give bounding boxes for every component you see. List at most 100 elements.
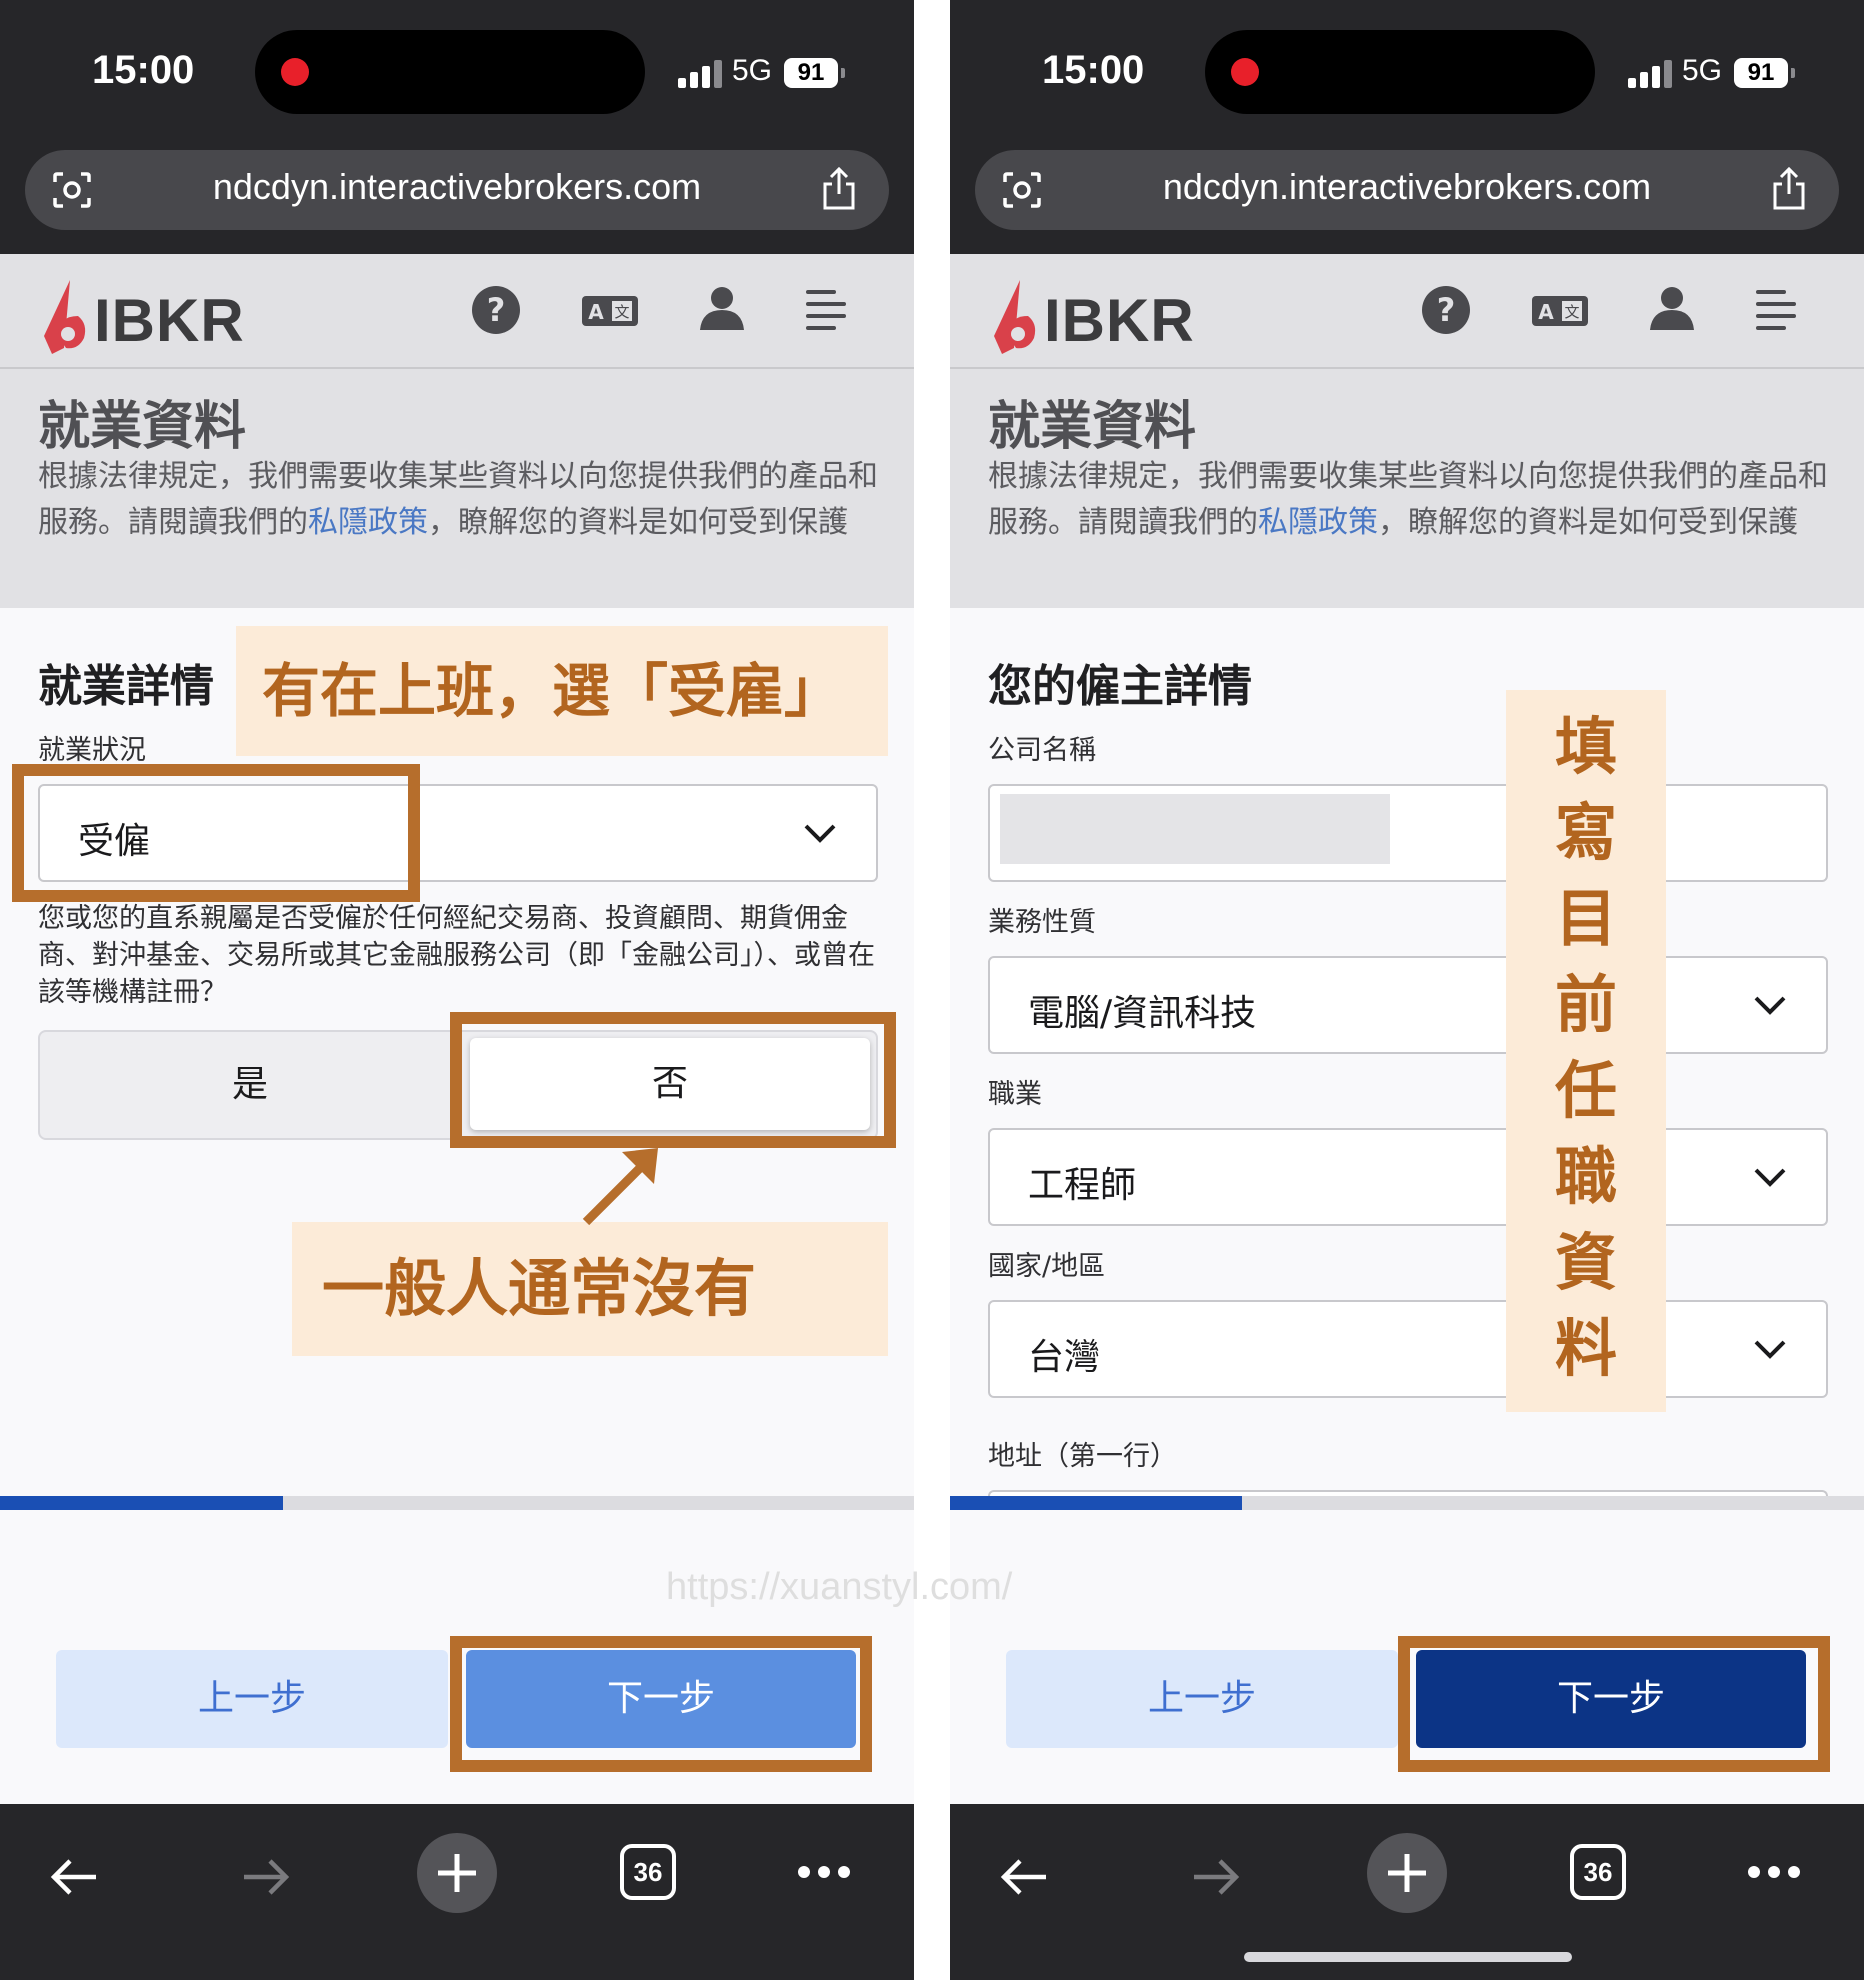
dynamic-island: [255, 30, 645, 114]
page-header: IBKR ? A 文 就業資料 根據法律規定，我們需要收集某些資料以向您提供我們…: [0, 254, 914, 608]
business-nature-value: 電腦/資訊科技: [1028, 993, 1257, 1034]
section-title: 您的僱主詳情: [988, 661, 1252, 712]
annotation-char: 寫: [1554, 796, 1617, 869]
recording-dot-icon: [281, 58, 309, 86]
url-text: ndcdyn.interactivebrokers.com: [1162, 166, 1652, 207]
annotation-char: 目: [1554, 882, 1617, 955]
home-indicator[interactable]: [1244, 1952, 1572, 1962]
privacy-policy-link[interactable]: 私隱政策: [308, 505, 428, 540]
previous-button[interactable]: 上一步: [1006, 1650, 1398, 1748]
progress-bar: [0, 1496, 914, 1510]
status-time: 15:00: [1042, 48, 1145, 92]
panel-separator: [914, 0, 950, 1980]
menu-icon[interactable]: [796, 280, 856, 340]
company-name-input[interactable]: [988, 784, 1828, 882]
business-nature-label: 業務性質: [988, 907, 1096, 938]
page-title: 就業資料: [988, 397, 1197, 457]
company-name-label: 公司名稱: [988, 735, 1096, 766]
country-label: 國家/地區: [988, 1251, 1106, 1282]
more-icon[interactable]: [1746, 1862, 1802, 1882]
highlight-next-button: [450, 1636, 872, 1772]
intro-text: 根據法律規定，我們需要收集某些資料以向您提供我們的產品和服務。請閱讀我們的私隱政…: [38, 454, 878, 546]
ibkr-logo-text: IBKR: [1044, 287, 1195, 354]
svg-text:?: ?: [487, 291, 506, 329]
annotation-char: 任: [1554, 1054, 1617, 1127]
forward-arrow-icon[interactable]: [1188, 1852, 1244, 1902]
dynamic-island: [1205, 30, 1595, 114]
country-value: 台灣: [1028, 1337, 1101, 1378]
browser-toolbar: 36: [0, 1804, 914, 1980]
privacy-policy-link[interactable]: 私隱政策: [1258, 505, 1378, 540]
network-type: 5G: [732, 54, 773, 87]
phone-right: 15:00 5G 91 ndcdyn.interactivebrokers.co…: [950, 0, 1864, 1980]
affiliation-question: 您或您的直系親屬是否受僱於任何經紀交易商、投資顧問、期貨佣金商、對沖基金、交易所…: [38, 903, 875, 1008]
annotation-note-fill-job-info: 填寫目前任職資料: [1506, 690, 1666, 1412]
back-arrow-icon[interactable]: [46, 1852, 102, 1902]
chevron-down-icon: [1754, 1340, 1786, 1359]
browser-chrome: 15:00 5G 91 ndcdyn.interactivebrokers.co…: [950, 0, 1864, 254]
intro-text: 根據法律規定，我們需要收集某些資料以向您提供我們的產品和服務。請閱讀我們的私隱政…: [988, 454, 1828, 546]
progress-fill: [0, 1496, 284, 1510]
page-title: 就業資料: [38, 397, 247, 457]
svg-text:文: 文: [1564, 303, 1579, 321]
page-header: IBKR ? A 文 就業資料 根據法律規定，我們需要收集某些資料以向您提供我們…: [950, 254, 1864, 608]
occupation-label: 職業: [988, 1079, 1042, 1110]
svg-text:?: ?: [1437, 291, 1456, 329]
screenshot-stage: 15:00 5G 91 ndcdyn.interactivebrokers.co…: [0, 0, 1864, 1980]
annotation-note-employed: 有在上班，選「受雇」: [236, 626, 888, 756]
redacted-value: [1000, 794, 1390, 864]
header-divider: [950, 367, 1864, 369]
annotation-char: 料: [1554, 1312, 1617, 1385]
back-arrow-icon[interactable]: [996, 1852, 1052, 1902]
translate-icon[interactable]: A 文: [578, 280, 642, 340]
occupation-value: 工程師: [1028, 1165, 1137, 1206]
url-text: ndcdyn.interactivebrokers.com: [212, 166, 702, 207]
annotation-char: 職: [1554, 1140, 1617, 1213]
network-type: 5G: [1682, 54, 1723, 87]
browser-toolbar: 36: [950, 1804, 1864, 1980]
annotation-note-usually-none: 一般人通常沒有: [292, 1222, 888, 1356]
battery-icon: 91: [784, 58, 845, 88]
forward-arrow-icon[interactable]: [238, 1852, 294, 1902]
svg-text:A: A: [588, 300, 604, 324]
annotation-char: 填: [1554, 710, 1617, 783]
user-icon[interactable]: [1642, 280, 1702, 340]
watermark: https://xuanstyl.com/: [666, 1566, 1013, 1608]
intro-text-end: ，瞭解您的資料是如何受到保護: [1378, 505, 1798, 540]
highlight-next-button: [1398, 1636, 1830, 1772]
user-icon[interactable]: [692, 280, 752, 340]
share-icon[interactable]: [1769, 166, 1809, 212]
share-icon[interactable]: [819, 166, 859, 212]
address-line1-label: 地址（第一行）: [988, 1441, 1177, 1472]
progress-fill: [950, 1496, 1243, 1510]
help-icon[interactable]: ?: [466, 280, 526, 340]
annotation-arrow-icon: [582, 1148, 658, 1226]
annotation-char: 資: [1554, 1226, 1617, 1299]
highlight-no-option: [450, 1012, 896, 1148]
previous-button[interactable]: 上一步: [56, 1650, 448, 1748]
tab-count-icon[interactable]: 36: [620, 1844, 676, 1900]
section-title: 就業詳情: [38, 661, 214, 712]
menu-icon[interactable]: [1746, 280, 1806, 340]
country-select[interactable]: 台灣: [988, 1300, 1828, 1398]
url-bar[interactable]: ndcdyn.interactivebrokers.com: [25, 150, 889, 230]
employment-status-label: 就業狀況: [38, 735, 146, 766]
business-nature-select[interactable]: 電腦/資訊科技: [988, 956, 1828, 1054]
url-bar[interactable]: ndcdyn.interactivebrokers.com: [975, 150, 1839, 230]
help-icon[interactable]: ?: [1416, 280, 1476, 340]
new-tab-plus-icon[interactable]: [416, 1832, 498, 1914]
phone-left: 15:00 5G 91 ndcdyn.interactivebrokers.co…: [0, 0, 914, 1980]
ibkr-logo-text: IBKR: [94, 287, 245, 354]
progress-bar: [950, 1496, 1864, 1510]
new-tab-plus-icon[interactable]: [1366, 1832, 1448, 1914]
more-icon[interactable]: [796, 1862, 852, 1882]
chevron-down-icon: [1754, 1168, 1786, 1187]
recording-dot-icon: [1231, 58, 1259, 86]
translate-icon[interactable]: A 文: [1528, 280, 1592, 340]
web-page: IBKR ? A 文 就業資料 根據法律規定，我們需要收集某些資料以向您提供我們…: [950, 254, 1864, 1804]
occupation-select[interactable]: 工程師: [988, 1128, 1828, 1226]
annotation-char: 前: [1554, 968, 1617, 1041]
yes-option[interactable]: 是: [40, 1032, 460, 1138]
tab-count-icon[interactable]: 36: [1570, 1844, 1626, 1900]
signal-icon: [1628, 58, 1676, 88]
